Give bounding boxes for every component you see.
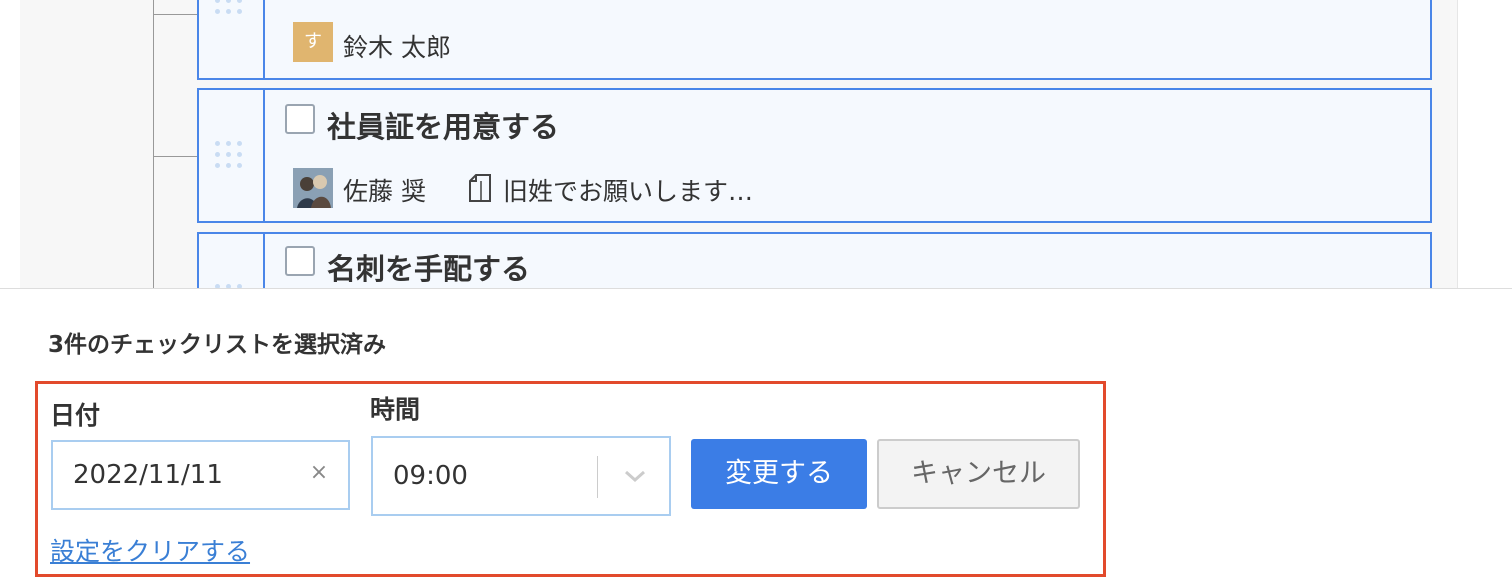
avatar bbox=[293, 168, 333, 208]
tree-connector-line bbox=[153, 0, 154, 288]
time-select[interactable]: 09:00 bbox=[371, 436, 671, 516]
task-title: 社員証を用意する bbox=[327, 110, 560, 144]
apply-button[interactable]: 変更する bbox=[691, 439, 867, 509]
select-divider bbox=[597, 456, 598, 498]
task-card[interactable]: 社員証を用意する 佐藤 奨 旧姓でお願いします… bbox=[197, 88, 1432, 223]
cancel-button[interactable]: キャンセル bbox=[877, 439, 1080, 509]
task-card[interactable]: す 鈴木 太郎 bbox=[197, 0, 1432, 80]
clear-date-icon[interactable]: × bbox=[308, 460, 330, 486]
assignee-name: 佐藤 奨 bbox=[343, 177, 426, 206]
assignee-name: 鈴木 太郎 bbox=[343, 33, 451, 62]
right-rail bbox=[1457, 0, 1512, 288]
avatar: す bbox=[293, 22, 333, 62]
drag-dots-icon bbox=[215, 0, 249, 14]
photo-avatar-icon bbox=[293, 168, 333, 208]
date-time-edit-box: 日付 時間 2022/11/11 × 09:00 変更する キャンセル 設定をク… bbox=[35, 381, 1106, 577]
time-value: 09:00 bbox=[393, 461, 468, 491]
memo-text: 旧姓でお願いします… bbox=[503, 177, 754, 206]
drag-handle[interactable] bbox=[199, 0, 265, 78]
checklist-area: す 鈴木 太郎 社員証を用意する 佐藤 奨 旧姓でお願いします… 名刺を手配する bbox=[0, 0, 1512, 312]
tree-branch bbox=[153, 14, 197, 15]
drag-dots-icon bbox=[215, 141, 249, 168]
bulk-edit-panel: 3件のチェックリストを選択済み 日付 時間 2022/11/11 × 09:00… bbox=[0, 288, 1512, 580]
time-label: 時間 bbox=[370, 395, 421, 424]
date-input[interactable]: 2022/11/11 × bbox=[51, 440, 350, 510]
clear-settings-link[interactable]: 設定をクリアする bbox=[50, 532, 250, 568]
chevron-down-icon[interactable] bbox=[623, 466, 647, 486]
selected-count-text: 3件のチェックリストを選択済み bbox=[48, 332, 387, 358]
tree-branch bbox=[153, 156, 197, 157]
memo-icon bbox=[469, 174, 491, 202]
date-label: 日付 bbox=[50, 401, 101, 430]
task-checkbox[interactable] bbox=[285, 246, 315, 276]
task-title: 名刺を手配する bbox=[327, 252, 531, 286]
date-value: 2022/11/11 bbox=[73, 460, 223, 490]
task-checkbox[interactable] bbox=[285, 104, 315, 134]
drag-handle[interactable] bbox=[199, 90, 265, 221]
